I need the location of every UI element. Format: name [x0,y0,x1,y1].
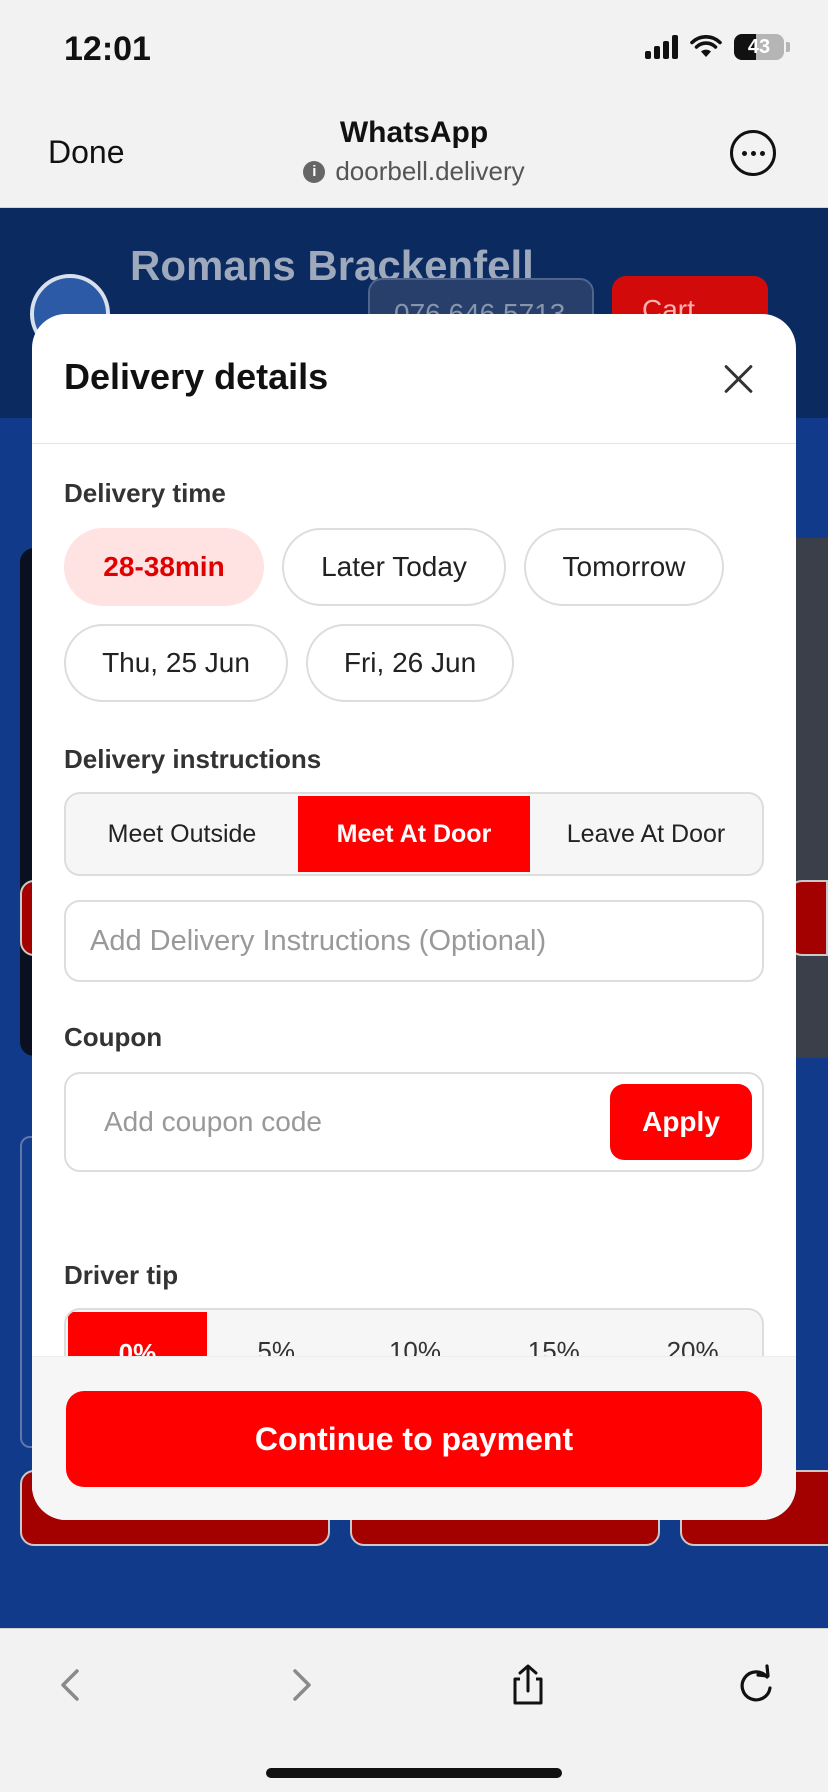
back-icon[interactable] [40,1653,104,1717]
delivery-time-option-thu[interactable]: Thu, 25 Jun [64,624,288,702]
browser-header: Done WhatsApp i doorbell.delivery [0,100,828,208]
modal-body: Delivery time 28-38min Later Today Tomor… [64,444,764,1356]
continue-to-payment-button[interactable]: Continue to payment [66,1391,762,1487]
status-bar: 12:01 43 [0,0,828,100]
browser-toolbar [0,1628,828,1792]
forward-icon[interactable] [268,1653,332,1717]
delivery-time-option-asap[interactable]: 28-38min [64,528,264,606]
battery-tip [786,42,790,52]
delivery-instructions-label: Delivery instructions [64,744,322,774]
battery-icon: 43 [734,34,784,60]
url-text: doorbell.delivery [335,156,525,186]
tip-option-0[interactable]: 0% [68,1312,207,1356]
coupon-field: Add coupon code Apply [64,1072,764,1172]
home-indicator [266,1768,562,1778]
driver-tip-selector: 0% 5% 10% 15% 20% [64,1308,764,1356]
tip-option-5[interactable]: 5% [207,1310,346,1356]
apply-coupon-button[interactable]: Apply [610,1084,752,1160]
modal-title: Delivery details [64,356,329,397]
browser-url[interactable]: i doorbell.delivery [0,156,828,187]
delivery-time-label: Delivery time [64,478,226,508]
instruction-leave-at-door[interactable]: Leave At Door [530,794,762,874]
browser-title: WhatsApp [339,116,489,149]
battery-level: 43 [747,35,771,58]
tip-option-10[interactable]: 10% [346,1310,485,1356]
wifi-icon [690,35,722,57]
modal-header: Delivery details [32,314,796,444]
reload-icon[interactable] [724,1653,788,1717]
info-icon[interactable]: i [303,160,326,183]
delivery-time-option-fri[interactable]: Fri, 26 Jun [306,624,514,702]
driver-tip-label: Driver tip [64,1260,179,1290]
share-icon[interactable] [496,1653,560,1717]
close-icon[interactable] [722,362,756,396]
ellipsis-circle-icon[interactable] [730,130,776,176]
signal-icon [645,35,678,59]
modal-footer: Continue to payment [32,1356,796,1520]
tip-option-20[interactable]: 20% [623,1310,762,1356]
status-time: 12:01 [64,30,151,68]
screen: 12:01 43 Done WhatsApp i doorbell.delive… [0,0,828,1792]
delivery-time-option-tomorrow[interactable]: Tomorrow [524,528,724,606]
coupon-input[interactable]: Add coupon code [104,1106,322,1138]
delivery-instructions-input[interactable]: Add Delivery Instructions (Optional) [64,900,764,982]
delivery-instructions-selector: Meet Outside Meet At Door Leave At Door [64,792,764,876]
coupon-label: Coupon [64,1022,163,1052]
instruction-meet-outside[interactable]: Meet Outside [66,794,298,874]
delivery-details-modal: Delivery details Delivery time 28-38min … [32,314,796,1520]
instruction-meet-at-door[interactable]: Meet At Door [298,796,530,872]
status-icons: 43 [645,34,790,60]
tip-option-15[interactable]: 15% [484,1310,623,1356]
delivery-time-option-later-today[interactable]: Later Today [282,528,506,606]
